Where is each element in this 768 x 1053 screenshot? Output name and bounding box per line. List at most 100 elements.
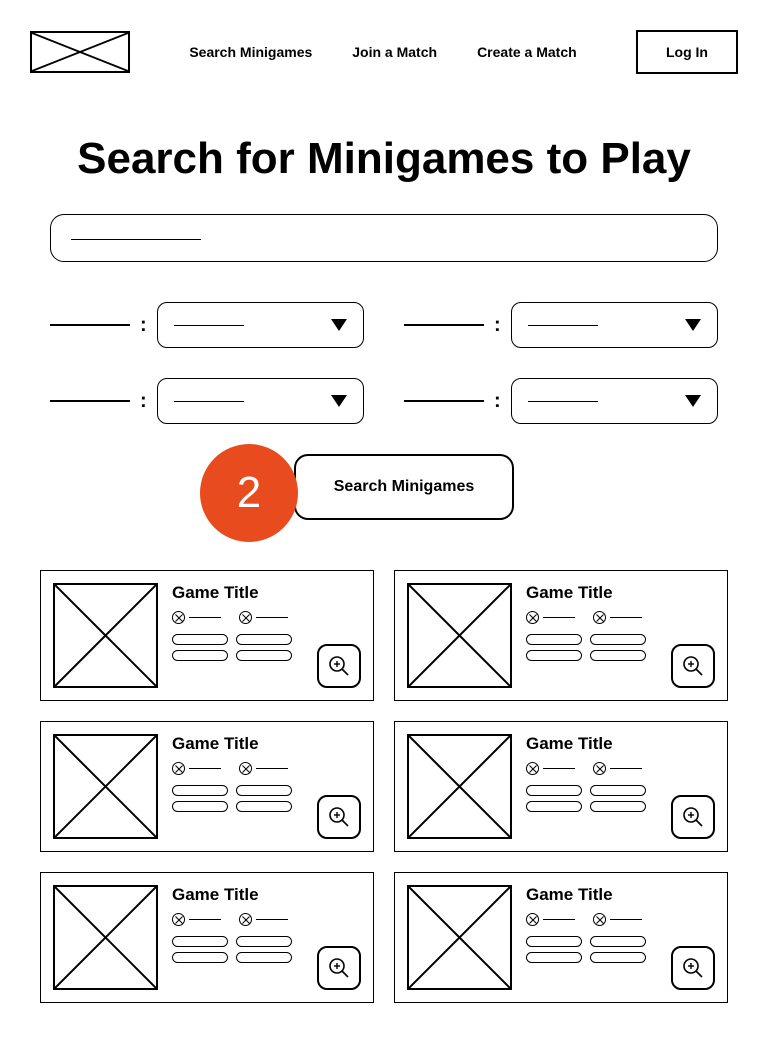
view-details-button[interactable] <box>317 946 361 990</box>
meta-icon <box>239 611 252 624</box>
chevron-down-icon <box>331 319 347 331</box>
meta-item <box>593 611 642 624</box>
tag-pill <box>526 650 582 661</box>
game-card: Game Title <box>394 872 728 1003</box>
game-title: Game Title <box>172 734 361 754</box>
meta-line <box>256 617 288 618</box>
tag-pill <box>236 936 292 947</box>
magnify-plus-icon <box>681 805 705 829</box>
tag-pill <box>590 952 646 963</box>
meta-icon <box>593 913 606 926</box>
filter-4: : <box>404 378 718 424</box>
filter-2: : <box>404 302 718 348</box>
tag-pill <box>236 801 292 812</box>
magnify-plus-icon <box>327 805 351 829</box>
search-minigames-button[interactable]: Search Minigames <box>294 454 515 520</box>
meta-line <box>189 919 221 920</box>
meta-row <box>172 611 361 624</box>
meta-line <box>543 919 575 920</box>
meta-icon <box>172 913 185 926</box>
colon: : <box>494 390 501 413</box>
meta-item <box>239 762 288 775</box>
tag-pill <box>236 634 292 645</box>
chevron-down-icon <box>331 395 347 407</box>
meta-item <box>172 913 221 926</box>
nav-search-minigames[interactable]: Search Minigames <box>189 44 312 60</box>
meta-item <box>172 762 221 775</box>
tag-pill <box>172 634 228 645</box>
meta-row <box>526 913 715 926</box>
tag-pill <box>526 634 582 645</box>
colon: : <box>140 390 147 413</box>
main-nav: Search Minigames Join a Match Create a M… <box>170 44 596 60</box>
meta-line <box>610 617 642 618</box>
view-details-button[interactable] <box>317 795 361 839</box>
meta-item <box>593 762 642 775</box>
meta-icon <box>239 913 252 926</box>
view-details-button[interactable] <box>671 946 715 990</box>
view-details-button[interactable] <box>671 644 715 688</box>
meta-item <box>526 762 575 775</box>
meta-item <box>239 913 288 926</box>
meta-icon <box>172 611 185 624</box>
search-action-row: 2 Search Minigames <box>50 454 718 520</box>
meta-line <box>189 768 221 769</box>
filter-2-label <box>404 324 484 326</box>
tag-pills <box>526 634 646 661</box>
logo-placeholder <box>30 31 130 73</box>
filter-1-combobox[interactable] <box>157 302 364 348</box>
meta-icon <box>239 762 252 775</box>
tag-pill <box>526 952 582 963</box>
nav-create-match[interactable]: Create a Match <box>477 44 577 60</box>
filter-4-combobox[interactable] <box>511 378 718 424</box>
tag-pill <box>590 650 646 661</box>
meta-icon <box>526 762 539 775</box>
meta-row <box>526 611 715 624</box>
meta-line <box>610 919 642 920</box>
game-thumbnail-placeholder <box>53 885 158 990</box>
game-card: Game Title <box>394 721 728 852</box>
view-details-button[interactable] <box>317 644 361 688</box>
tag-pills <box>172 785 292 812</box>
game-title: Game Title <box>172 583 361 603</box>
tag-pill <box>172 936 228 947</box>
meta-line <box>189 617 221 618</box>
meta-icon <box>593 611 606 624</box>
view-details-button[interactable] <box>671 795 715 839</box>
game-title: Game Title <box>526 734 715 754</box>
meta-line <box>543 617 575 618</box>
game-thumbnail-placeholder <box>407 734 512 839</box>
colon: : <box>140 314 147 337</box>
filter-4-label <box>404 400 484 402</box>
meta-icon <box>526 913 539 926</box>
tag-pill <box>526 936 582 947</box>
results-grid: Game Title <box>0 570 768 1043</box>
magnify-plus-icon <box>681 956 705 980</box>
login-button[interactable]: Log In <box>636 30 738 74</box>
filter-1: : <box>50 302 364 348</box>
tag-pills <box>526 785 646 812</box>
tag-pill <box>590 801 646 812</box>
tag-pill <box>172 801 228 812</box>
tag-pill <box>172 952 228 963</box>
nav-join-match[interactable]: Join a Match <box>352 44 437 60</box>
game-thumbnail-placeholder <box>53 583 158 688</box>
filter-2-combobox[interactable] <box>511 302 718 348</box>
tag-pill <box>590 936 646 947</box>
tag-pill <box>236 785 292 796</box>
filter-3: : <box>50 378 364 424</box>
tag-pill <box>526 801 582 812</box>
meta-item <box>172 611 221 624</box>
search-input[interactable] <box>50 214 718 262</box>
meta-item <box>239 611 288 624</box>
filter-grid: : : : : <box>50 302 718 424</box>
filter-3-combobox[interactable] <box>157 378 364 424</box>
tag-pill <box>590 785 646 796</box>
chevron-down-icon <box>685 319 701 331</box>
game-thumbnail-placeholder <box>53 734 158 839</box>
combo-placeholder-line <box>528 401 598 402</box>
meta-row <box>172 762 361 775</box>
magnify-plus-icon <box>327 654 351 678</box>
tag-pills <box>172 634 292 661</box>
header: Search Minigames Join a Match Create a M… <box>0 0 768 94</box>
